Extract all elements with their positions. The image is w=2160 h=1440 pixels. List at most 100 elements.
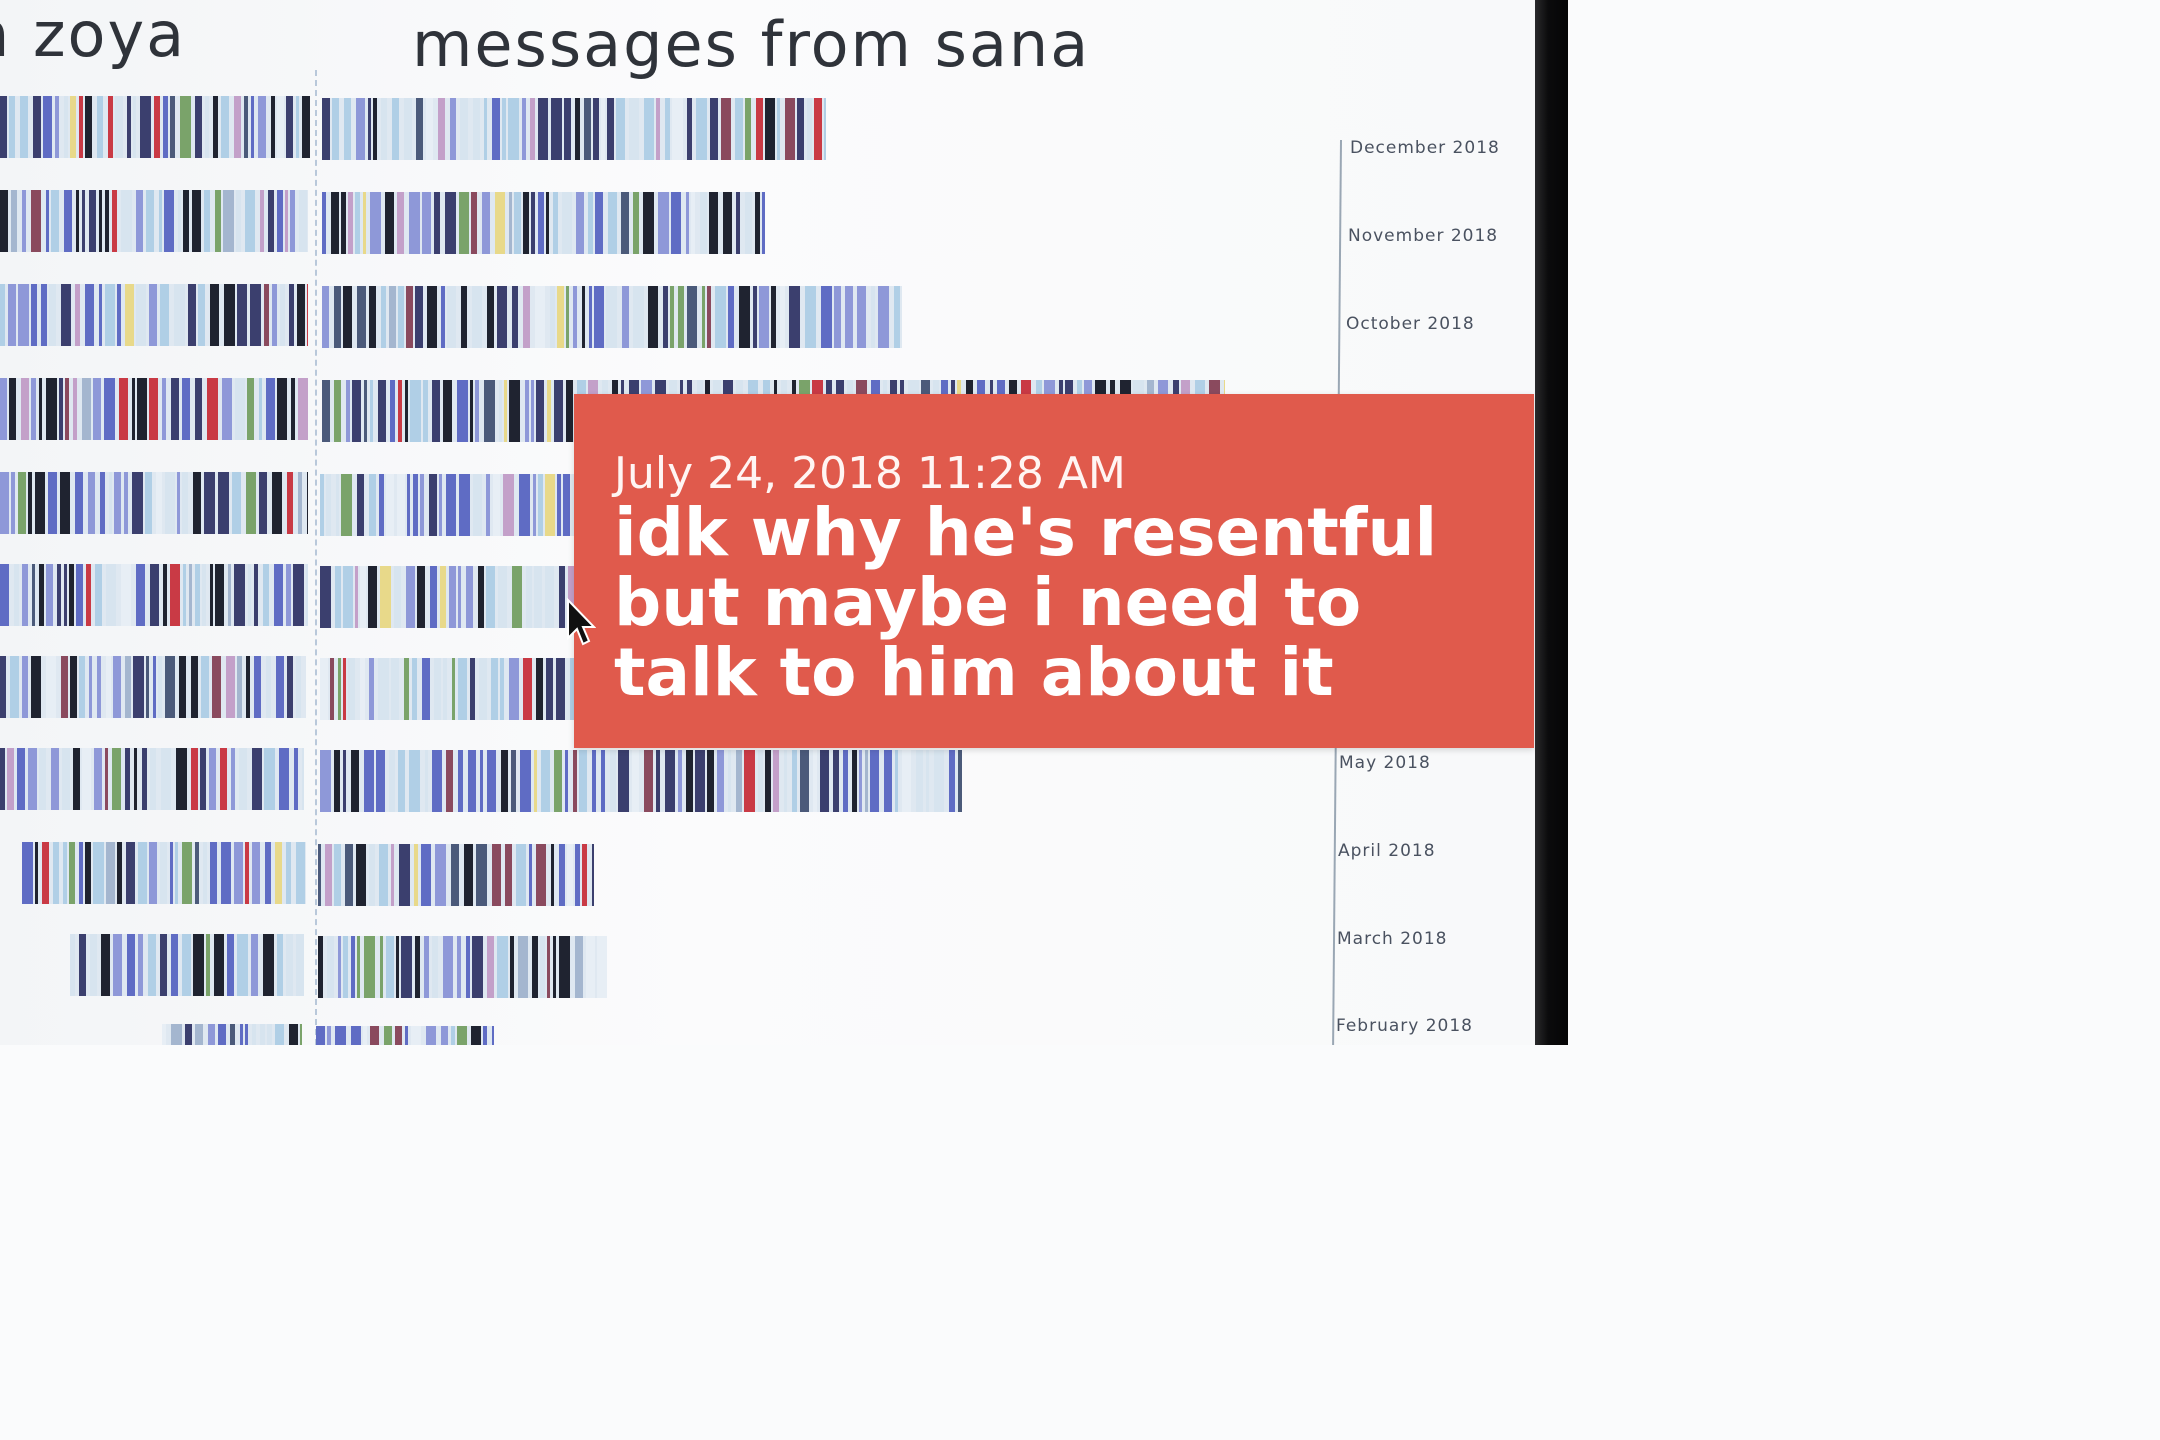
message-stripe[interactable] bbox=[112, 190, 117, 252]
message-stripe[interactable] bbox=[90, 934, 97, 996]
message-stripe[interactable] bbox=[523, 192, 529, 254]
message-stripe[interactable] bbox=[407, 474, 410, 536]
message-stripe[interactable] bbox=[424, 936, 429, 998]
message-stripe[interactable] bbox=[117, 842, 122, 904]
message-stripe[interactable] bbox=[73, 748, 80, 810]
message-stripe[interactable] bbox=[460, 98, 468, 160]
message-stripe[interactable] bbox=[162, 378, 166, 440]
message-stripe[interactable] bbox=[351, 1026, 361, 1045]
message-stripe[interactable] bbox=[368, 566, 377, 628]
message-stripe[interactable] bbox=[532, 936, 538, 998]
message-stripe[interactable] bbox=[529, 844, 532, 906]
message-stripe[interactable] bbox=[510, 936, 514, 998]
message-stripe[interactable] bbox=[265, 842, 271, 904]
message-stripe[interactable] bbox=[109, 472, 112, 534]
message-stripe[interactable] bbox=[398, 380, 402, 442]
message-stripe[interactable] bbox=[9, 96, 15, 158]
message-stripe[interactable] bbox=[409, 750, 420, 812]
message-stripe[interactable] bbox=[62, 748, 70, 810]
message-stripe[interactable] bbox=[478, 566, 484, 628]
message-stripe[interactable] bbox=[476, 844, 487, 906]
message-stripe[interactable] bbox=[670, 286, 674, 348]
message-stripe[interactable] bbox=[487, 286, 494, 348]
message-stripe[interactable] bbox=[394, 566, 401, 628]
message-stripe[interactable] bbox=[509, 192, 512, 254]
message-stripe[interactable] bbox=[461, 286, 467, 348]
message-stripe[interactable] bbox=[573, 286, 577, 348]
message-stripe[interactable] bbox=[121, 190, 132, 252]
message-stripe[interactable] bbox=[443, 936, 453, 998]
message-stripe[interactable] bbox=[192, 190, 201, 252]
message-stripe[interactable] bbox=[334, 750, 340, 812]
message-stripe[interactable] bbox=[43, 96, 52, 158]
message-stripe[interactable] bbox=[531, 192, 535, 254]
message-stripe[interactable] bbox=[707, 750, 714, 812]
message-stripe[interactable] bbox=[771, 286, 776, 348]
message-stripe[interactable] bbox=[10, 656, 19, 718]
message-stripe[interactable] bbox=[441, 1026, 448, 1045]
message-stripe[interactable] bbox=[159, 190, 162, 252]
message-stripe[interactable] bbox=[412, 658, 417, 720]
message-stripe[interactable] bbox=[445, 192, 456, 254]
message-stripe[interactable] bbox=[509, 658, 519, 720]
message-stripe[interactable] bbox=[452, 658, 455, 720]
message-stripe[interactable] bbox=[150, 564, 159, 626]
message-stripe[interactable] bbox=[117, 284, 121, 346]
message-stripe[interactable] bbox=[125, 748, 130, 810]
message-stripe[interactable] bbox=[201, 656, 209, 718]
message-stripe[interactable] bbox=[85, 284, 94, 346]
message-stripe[interactable] bbox=[376, 750, 385, 812]
message-stripe[interactable] bbox=[134, 748, 137, 810]
message-stripe[interactable] bbox=[686, 192, 689, 254]
message-stripe[interactable] bbox=[277, 378, 287, 440]
message-stripe[interactable] bbox=[320, 474, 324, 536]
message-stripe[interactable] bbox=[268, 190, 274, 252]
message-stripe[interactable] bbox=[39, 748, 46, 810]
message-stripe[interactable] bbox=[251, 934, 258, 996]
message-stripe[interactable] bbox=[396, 936, 399, 998]
message-stripe[interactable] bbox=[505, 844, 512, 906]
message-stripe[interactable] bbox=[426, 98, 433, 160]
message-stripe[interactable] bbox=[307, 472, 308, 534]
message-stripe[interactable] bbox=[686, 750, 693, 812]
message-stripe[interactable] bbox=[343, 566, 353, 628]
message-stripe[interactable] bbox=[926, 750, 929, 812]
message-stripe[interactable] bbox=[296, 934, 304, 996]
message-stripe[interactable] bbox=[266, 656, 271, 718]
message-bar-row-sana-6[interactable] bbox=[320, 658, 575, 720]
message-stripe[interactable] bbox=[696, 98, 707, 160]
message-stripe[interactable] bbox=[218, 472, 229, 534]
message-stripe[interactable] bbox=[204, 190, 210, 252]
message-stripe[interactable] bbox=[318, 936, 323, 998]
message-stripe[interactable] bbox=[124, 472, 128, 534]
message-stripe[interactable] bbox=[182, 842, 192, 904]
message-stripe[interactable] bbox=[449, 566, 456, 628]
message-stripe[interactable] bbox=[536, 844, 546, 906]
message-stripe[interactable] bbox=[183, 564, 186, 626]
message-stripe[interactable] bbox=[86, 564, 91, 626]
message-stripe[interactable] bbox=[22, 842, 33, 904]
message-stripe[interactable] bbox=[765, 98, 775, 160]
message-stripe[interactable] bbox=[511, 750, 516, 812]
message-stripe[interactable] bbox=[497, 936, 508, 998]
message-stripe[interactable] bbox=[564, 98, 571, 160]
message-stripe[interactable] bbox=[370, 380, 373, 442]
message-bar-row-sana-5[interactable] bbox=[320, 566, 575, 628]
message-stripe[interactable] bbox=[245, 190, 255, 252]
message-stripe[interactable] bbox=[381, 286, 386, 348]
message-stripe[interactable] bbox=[254, 564, 258, 626]
message-stripe[interactable] bbox=[411, 1026, 421, 1045]
message-stripe[interactable] bbox=[550, 286, 555, 348]
message-stripe[interactable] bbox=[739, 286, 750, 348]
message-stripe[interactable] bbox=[53, 842, 59, 904]
message-stripe[interactable] bbox=[146, 656, 149, 718]
message-stripe[interactable] bbox=[536, 380, 544, 442]
message-stripe[interactable] bbox=[608, 192, 617, 254]
message-stripe[interactable] bbox=[0, 378, 7, 440]
message-stripe[interactable] bbox=[138, 842, 147, 904]
message-stripe[interactable] bbox=[202, 564, 206, 626]
message-stripe[interactable] bbox=[322, 286, 329, 348]
message-stripe[interactable] bbox=[162, 1024, 166, 1045]
message-stripe[interactable] bbox=[224, 284, 235, 346]
message-stripe[interactable] bbox=[189, 564, 192, 626]
